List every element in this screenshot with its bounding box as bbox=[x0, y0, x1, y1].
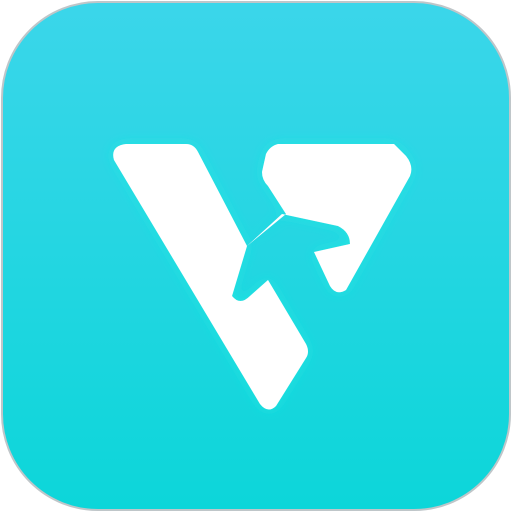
app-icon[interactable] bbox=[0, 0, 512, 512]
icon-background bbox=[1, 1, 511, 511]
app-icon-canvas bbox=[0, 0, 512, 512]
